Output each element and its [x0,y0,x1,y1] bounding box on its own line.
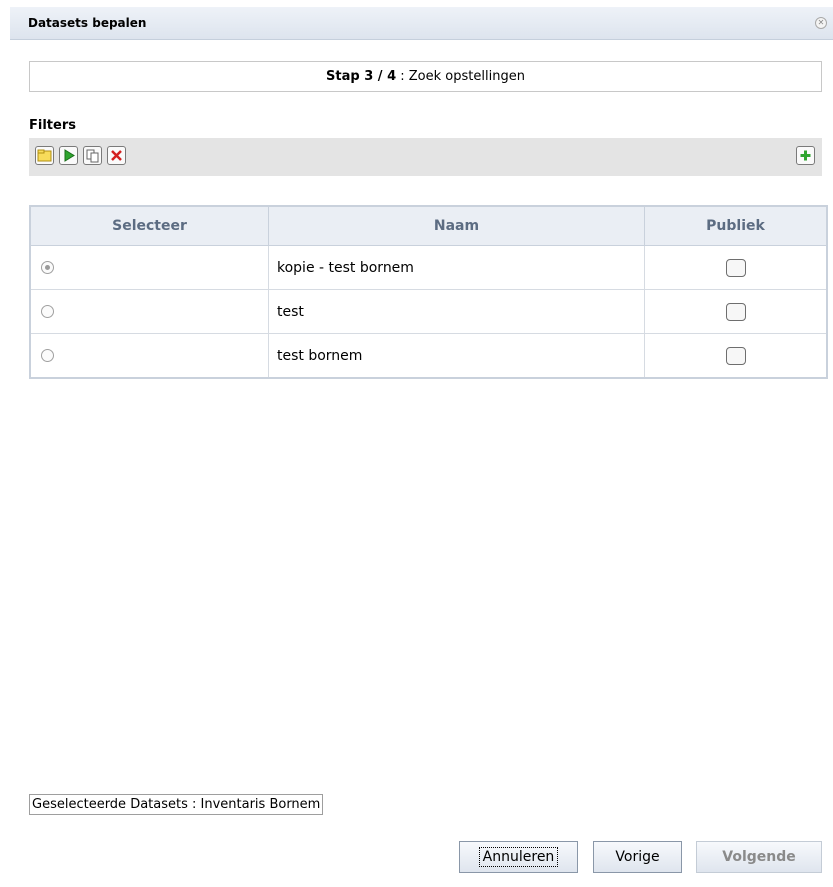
filters-toolbar [29,138,822,176]
name-cell: kopie - test bornem [268,245,645,290]
play-icon[interactable] [59,146,78,165]
select-cell [29,289,269,334]
public-cell [644,245,828,290]
filters-heading: Filters [29,118,76,133]
delete-icon[interactable] [107,146,126,165]
step-indicator: Stap 3 / 4 : Zoek opstellingen [29,61,822,92]
table-header-row: Selecteer Naam Publiek [29,205,828,246]
copy-icon[interactable] [83,146,102,165]
column-header-select[interactable]: Selecteer [29,205,269,246]
add-icon[interactable] [796,146,815,165]
next-button: Volgende [696,841,822,873]
table-row[interactable]: kopie - test bornem [29,245,828,290]
step-label: Stap 3 / 4 [326,69,397,84]
new-folder-icon[interactable] [35,146,54,165]
name-cell: test bornem [268,333,645,379]
step-description: Zoek opstellingen [408,69,525,84]
column-header-public[interactable]: Publiek [644,205,828,246]
selected-datasets-label: Geselecteerde Datasets : Inventaris Born… [29,794,324,815]
column-header-name[interactable]: Naam [268,205,645,246]
dialog-title: Datasets bepalen [28,16,147,30]
previous-button[interactable]: Vorige [593,841,682,873]
select-cell [29,333,269,379]
datasets-table: Selecteer Naam Publiek kopie - test born… [29,205,828,379]
table-row[interactable]: test bornem [29,333,828,379]
select-radio[interactable] [41,305,54,318]
cancel-button[interactable]: Annuleren [459,841,578,873]
name-cell: test [268,289,645,334]
table-row[interactable]: test [29,289,828,334]
select-radio[interactable] [41,349,54,362]
public-checkbox[interactable] [725,346,746,365]
close-icon[interactable]: ✕ [815,17,827,29]
public-cell [644,289,828,334]
dialog-titlebar: Datasets bepalen ✕ [10,7,833,40]
public-checkbox[interactable] [725,258,746,277]
public-cell [644,333,828,379]
cancel-button-label: Annuleren [478,847,559,867]
step-separator: : [396,69,409,84]
select-cell [29,245,269,290]
select-radio[interactable] [41,261,54,274]
public-checkbox[interactable] [725,302,746,321]
